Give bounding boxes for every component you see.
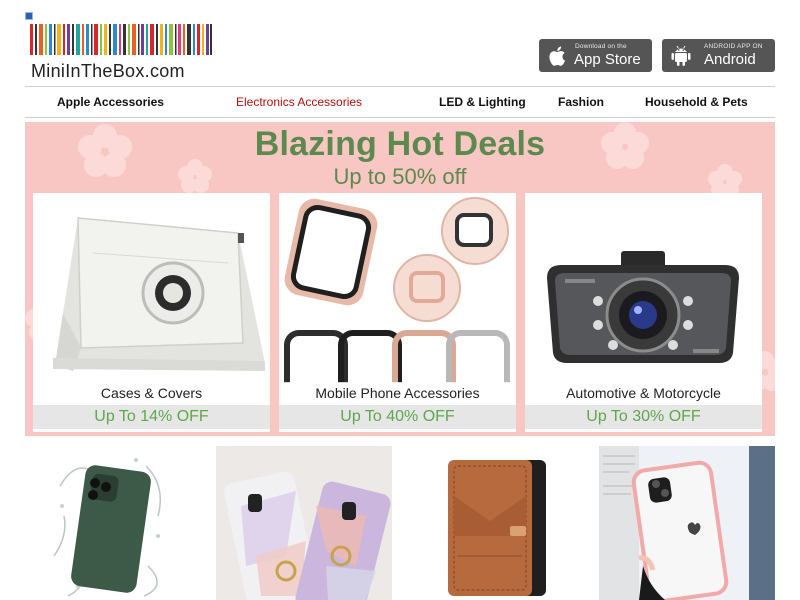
deal-card-automotive-motorcycle[interactable]: Automotive & Motorcycle Up To 30% OFF (525, 193, 762, 432)
nav-household-pets[interactable]: Household & Pets (645, 95, 748, 109)
card-category-name: Cases & Covers (33, 382, 270, 404)
clear-bumper-case-image (599, 446, 775, 600)
watch-bumper-image (279, 193, 516, 383)
dash-camera-image (525, 193, 762, 383)
nav-fashion[interactable]: Fashion (558, 95, 604, 109)
deal-card-cases-covers[interactable]: Cases & Covers Up To 14% OFF (33, 193, 270, 432)
green-phone-case-image (48, 446, 172, 600)
banner-subtitle: Up to 50% off (333, 164, 467, 189)
product-green-phone-case[interactable] (48, 446, 172, 600)
card-category-name: Automotive & Motorcycle (525, 382, 762, 404)
apple-icon (549, 46, 565, 66)
nav-electronics-accessories[interactable]: Electronics Accessories (236, 95, 362, 109)
marble-phone-cases-image (216, 446, 392, 600)
card-discount: Up To 14% OFF (33, 405, 270, 429)
card-discount: Up To 30% OFF (525, 405, 762, 429)
android-app-button[interactable]: ANDROID APP ON Android (662, 39, 775, 72)
logo-text: MiniInTheBox.com (31, 61, 185, 81)
leather-wallet-case-image (438, 446, 550, 600)
app-store-button[interactable]: Download on the App Store (539, 39, 652, 72)
product-clear-pink-bumper-case[interactable] (599, 446, 775, 600)
tablet-case-image (33, 193, 270, 383)
card-category-name: Mobile Phone Accessories (279, 382, 516, 404)
banner-title: Blazing Hot Deals (254, 125, 546, 163)
category-nav: Apple Accessories Electronics Accessorie… (25, 86, 775, 118)
deal-card-mobile-phone-accessories[interactable]: Mobile Phone Accessories Up To 40% OFF (279, 193, 516, 432)
nav-led-lighting[interactable]: LED & Lighting (439, 95, 526, 109)
hot-deals-banner: Blazing Hot Deals Up to 50% off Cases & … (25, 122, 775, 436)
product-marble-phone-cases[interactable] (216, 446, 392, 600)
barcode-logo-icon (30, 24, 212, 55)
app-store-label: App Store (574, 51, 641, 68)
card-discount: Up To 40% OFF (279, 405, 516, 429)
android-label: Android (704, 51, 756, 68)
app-store-small-label: Download on the (575, 43, 627, 50)
site-logo[interactable]: MiniInTheBox.com (30, 24, 215, 81)
android-icon (671, 45, 691, 66)
android-small-label: ANDROID APP ON (704, 43, 763, 50)
product-leather-wallet-case[interactable] (438, 446, 550, 600)
broken-image-icon (25, 12, 33, 20)
nav-apple-accessories[interactable]: Apple Accessories (57, 95, 164, 109)
